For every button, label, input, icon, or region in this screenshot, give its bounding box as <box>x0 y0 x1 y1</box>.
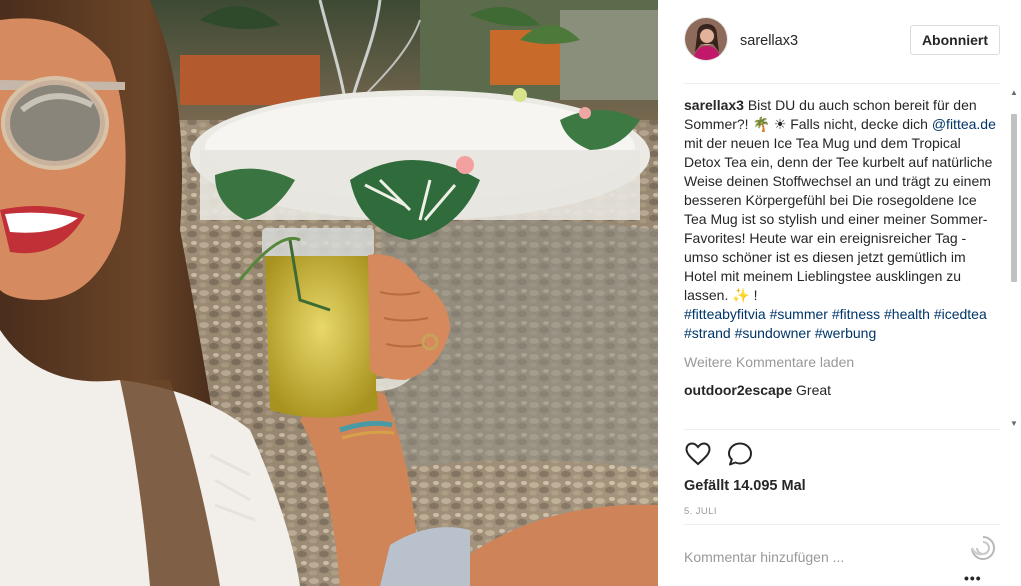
comment-divider <box>684 524 1000 525</box>
scroll-up-arrow-icon[interactable]: ▲ <box>1010 88 1018 97</box>
post-side-panel: sarellax3 Abonniert sarellax3 Bist DU du… <box>658 0 1021 586</box>
caption-username[interactable]: sarellax3 <box>684 97 744 113</box>
comment-username[interactable]: outdoor2escape <box>684 382 792 398</box>
add-comment-input[interactable] <box>684 546 954 568</box>
ellipsis-icon[interactable]: ••• <box>964 570 982 586</box>
hashtag-link[interactable]: #fitteabyfitvia <box>684 306 766 322</box>
avatar[interactable] <box>684 17 728 61</box>
hashtag-link[interactable]: #werbung <box>815 325 877 341</box>
load-more-comments-link[interactable]: Weitere Kommentare laden <box>684 353 1000 372</box>
hashtag-link[interactable]: #icedtea <box>934 306 987 322</box>
caption-mention-link[interactable]: @fittea.de <box>932 116 996 132</box>
hashtag-list: #fitteabyfitvia #summer #fitness #health… <box>684 305 1000 343</box>
hashtag-link[interactable]: #fitness <box>832 306 880 322</box>
heart-icon[interactable] <box>684 440 712 468</box>
action-bar <box>684 440 804 470</box>
scroll-down-arrow-icon[interactable]: ▼ <box>1010 419 1018 428</box>
scroll-thumb[interactable] <box>1011 114 1017 282</box>
comment-bubble-icon[interactable] <box>726 440 754 468</box>
comment-item: outdoor2escape Great <box>684 381 1000 400</box>
caption: sarellax3 Bist DU du auch schon bereit f… <box>684 96 1000 343</box>
hashtag-link[interactable]: #summer <box>770 306 828 322</box>
header-divider <box>684 83 1000 84</box>
hashtag-link[interactable]: #sundowner <box>735 325 811 341</box>
like-count[interactable]: Gefällt 14.095 Mal <box>684 478 806 494</box>
comment-text: Great <box>796 382 832 398</box>
hashtag-link[interactable]: #strand <box>684 325 731 341</box>
spiral-logo-icon <box>969 534 997 562</box>
hashtag-link[interactable]: #health <box>884 306 930 322</box>
post-author-username[interactable]: sarellax3 <box>740 33 798 49</box>
following-button[interactable]: Abonniert <box>910 25 1000 55</box>
post-date: 5. JULI <box>684 506 717 517</box>
comments-scrollbar[interactable]: ▲ ▼ <box>1008 88 1020 428</box>
caption-text-part-2: mit der neuen Ice Tea Mug und dem Tropic… <box>684 135 993 303</box>
actions-divider <box>684 429 1000 430</box>
post-header: sarellax3 Abonniert <box>684 16 1000 66</box>
comments-section: sarellax3 Bist DU du auch schon bereit f… <box>684 96 1000 426</box>
post-photo[interactable] <box>0 0 658 586</box>
